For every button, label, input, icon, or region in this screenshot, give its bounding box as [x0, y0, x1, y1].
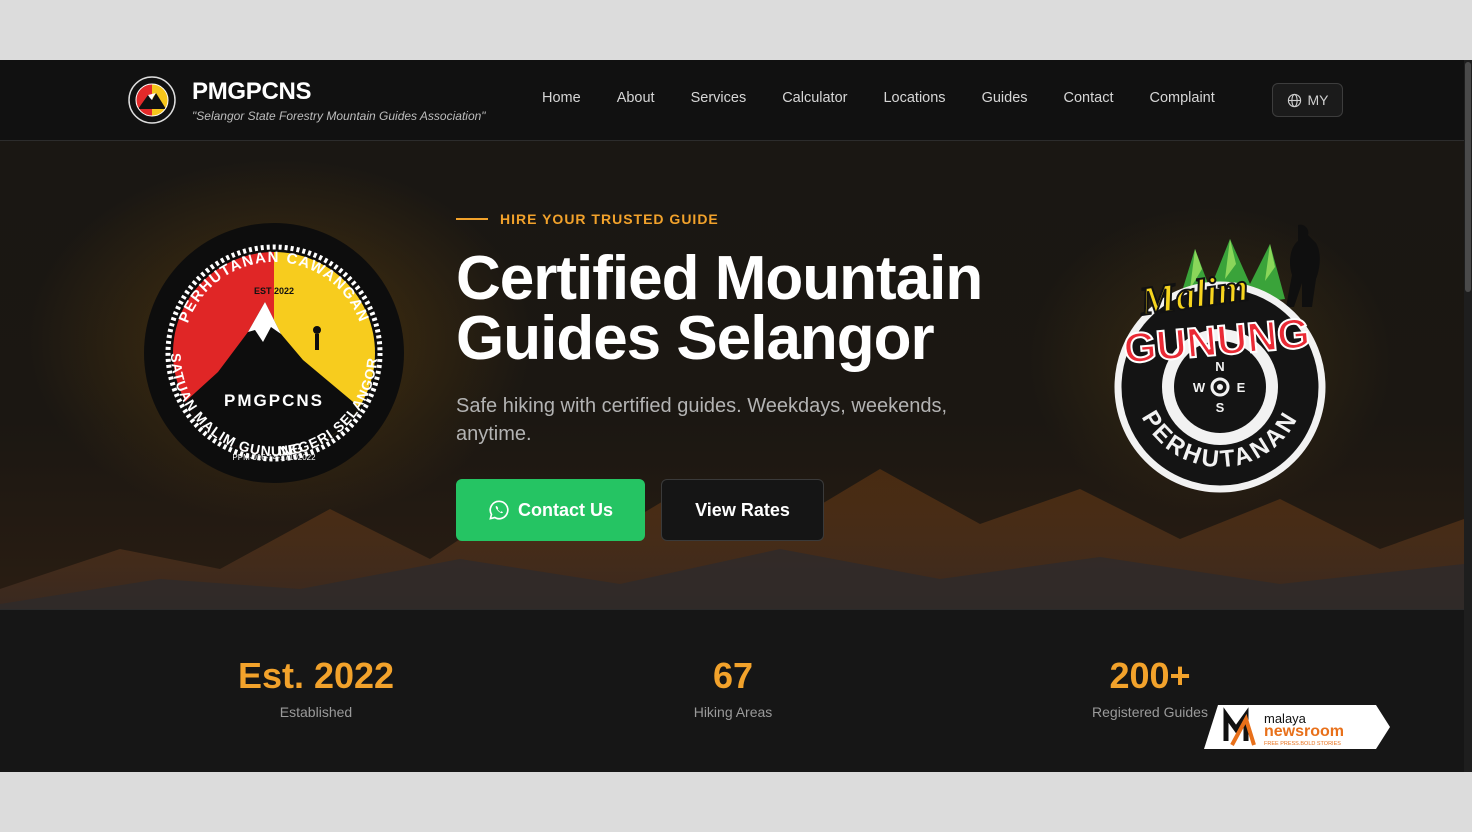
stat-hiking-areas: 67 Hiking Areas: [583, 655, 883, 721]
malim-gunung-emblem: N S W E PERHUTANAN Malim GUNUNG: [1114, 224, 1326, 493]
brand-name[interactable]: PMGPCNS: [192, 78, 312, 106]
hero-headline: Certified Mountain Guides Selangor: [456, 248, 1056, 370]
nav-item-complaint[interactable]: Complaint: [1150, 90, 1215, 106]
brand-tagline: "Selangor State Forestry Mountain Guides…: [192, 109, 486, 123]
contact-us-button[interactable]: Contact Us: [456, 479, 645, 541]
nav-item-contact[interactable]: Contact: [1064, 90, 1114, 106]
stat-label: Hiking Areas: [693, 704, 773, 720]
hero-section: EST 2022 PMGPCNS PERHUTANAN CAWANGAN PER…: [0, 141, 1464, 609]
whatsapp-icon: [489, 500, 509, 520]
vertical-scrollbar[interactable]: [1464, 60, 1472, 772]
globe-icon: [1287, 93, 1301, 107]
stat-value: 67: [712, 655, 754, 696]
nav-item-services[interactable]: Services: [691, 90, 747, 106]
top-navbar: PMGPCNS "Selangor State Forestry Mountai…: [0, 60, 1464, 141]
nav-item-locations[interactable]: Locations: [883, 90, 945, 106]
eyebrow-text: HIRE YOUR TRUSTED GUIDE: [500, 211, 719, 227]
stat-established: Est. 2022 Established: [166, 655, 466, 721]
malaya-newsroom-watermark: malaya newsroom FREE PRESS.BOLD STORIES: [1204, 705, 1390, 749]
nav-item-home[interactable]: Home: [542, 90, 581, 106]
stat-value: Est. 2022: [237, 655, 395, 696]
view-rates-label: View Rates: [695, 499, 790, 520]
nav-item-calculator[interactable]: Calculator: [782, 90, 847, 106]
headline-line-2: Guides Selangor: [456, 304, 935, 373]
eyebrow-line: [456, 218, 488, 220]
hero-eyebrow: HIRE YOUR TRUSTED GUIDE: [456, 211, 719, 227]
emblem-center-text: PMGPCNS: [224, 391, 324, 410]
compass-west: W: [1193, 380, 1206, 395]
nav-item-about[interactable]: About: [617, 90, 655, 106]
hero-subtitle: Safe hiking with certified guides. Weekd…: [456, 395, 948, 445]
language-switch-button[interactable]: MY: [1272, 83, 1343, 117]
emblem-reg-number: PPM-016-14-17102022: [232, 453, 316, 462]
view-rates-button[interactable]: View Rates: [661, 479, 824, 541]
brand-logo[interactable]: [128, 76, 176, 124]
emblem-est: EST 2022: [254, 286, 294, 296]
language-label: MY: [1307, 92, 1329, 108]
stat-label: Established: [279, 704, 353, 720]
main-menu: Home About Services Calculator Locations…: [524, 90, 1233, 106]
stat-value: 200+: [1109, 655, 1191, 696]
compass-east: E: [1237, 380, 1246, 395]
browser-viewport: PMGPCNS "Selangor State Forestry Mountai…: [0, 60, 1472, 772]
contact-us-label: Contact Us: [517, 499, 613, 520]
scrollbar-thumb[interactable]: [1465, 62, 1471, 292]
pmgpcns-emblem: EST 2022 PMGPCNS PERHUTANAN CAWANGAN PER…: [143, 222, 404, 483]
watermark-tag: FREE PRESS.BOLD STORIES: [1264, 741, 1341, 747]
headline-line-1: Certified Mountain: [456, 244, 983, 313]
watermark-mid: newsroom: [1264, 723, 1344, 740]
nav-item-guides[interactable]: Guides: [982, 90, 1028, 106]
compass-south: S: [1216, 400, 1225, 415]
